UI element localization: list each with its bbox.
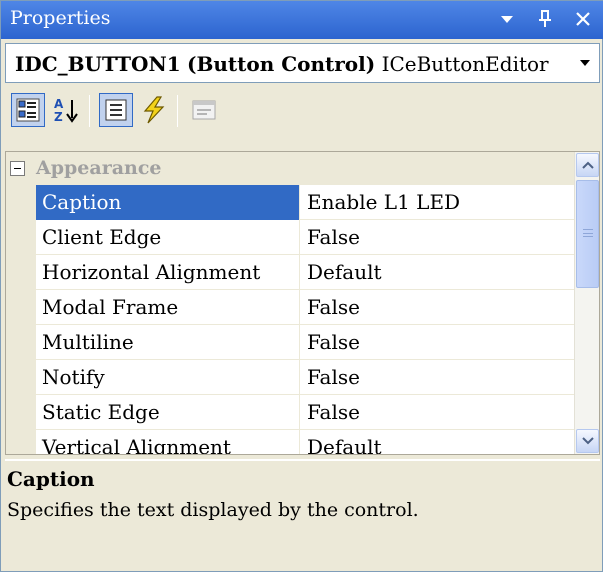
title-bar[interactable]: Properties xyxy=(1,1,603,39)
svg-text:A: A xyxy=(54,97,64,111)
property-value[interactable]: False xyxy=(301,395,574,430)
scroll-up-icon[interactable] xyxy=(576,153,599,177)
property-value[interactable]: Enable L1 LED xyxy=(301,185,574,220)
events-icon[interactable] xyxy=(137,93,171,127)
chevron-down-icon[interactable] xyxy=(573,46,597,80)
object-selector[interactable]: IDC_BUTTON1 (Button Control) ICeButtonEd… xyxy=(5,43,600,83)
properties-window: Properties IDC_BUTTON1 (Button Control) … xyxy=(0,0,603,572)
property-value[interactable]: False xyxy=(301,290,574,325)
property-rows: Caption Enable L1 LED Client Edge False … xyxy=(6,185,574,454)
description-pane: Caption Specifies the text displayed by … xyxy=(5,459,600,569)
toolbar-separator xyxy=(177,95,178,127)
property-row[interactable]: Vertical Alignment Default xyxy=(6,430,574,454)
alphabetical-icon[interactable]: A Z xyxy=(49,93,83,127)
property-name[interactable]: Caption xyxy=(36,185,300,220)
property-name[interactable]: Vertical Alignment xyxy=(36,430,300,454)
object-name: IDC_BUTTON1 xyxy=(15,52,181,76)
window-title: Properties xyxy=(10,7,111,29)
object-editor: ICeButtonEditor xyxy=(381,52,549,76)
property-value[interactable]: Default xyxy=(301,430,574,454)
properties-icon[interactable] xyxy=(99,93,133,127)
description-title: Caption xyxy=(7,467,95,491)
scroll-thumb[interactable] xyxy=(576,180,599,288)
close-icon[interactable] xyxy=(570,7,596,31)
pin-icon[interactable] xyxy=(532,7,558,31)
object-type: (Button Control) xyxy=(187,52,376,76)
category-row[interactable]: Appearance xyxy=(6,152,574,185)
collapse-icon[interactable] xyxy=(10,161,25,176)
vertical-scrollbar[interactable] xyxy=(574,152,599,454)
dropdown-arrow-icon[interactable] xyxy=(494,7,520,31)
property-value[interactable]: False xyxy=(301,325,574,360)
property-name[interactable]: Modal Frame xyxy=(36,290,300,325)
property-row[interactable]: Client Edge False xyxy=(6,220,574,255)
property-row[interactable]: Notify False xyxy=(6,360,574,395)
property-row[interactable]: Multiline False xyxy=(6,325,574,360)
category-label: Appearance xyxy=(36,157,162,179)
property-row[interactable]: Modal Frame False xyxy=(6,290,574,325)
property-name[interactable]: Multiline xyxy=(36,325,300,360)
property-row[interactable]: Caption Enable L1 LED xyxy=(6,185,574,220)
property-row[interactable]: Static Edge False xyxy=(6,395,574,430)
property-value[interactable]: False xyxy=(301,360,574,395)
property-value[interactable]: False xyxy=(301,220,574,255)
description-text: Specifies the text displayed by the cont… xyxy=(7,499,419,521)
scroll-down-icon[interactable] xyxy=(576,429,599,453)
property-pages-icon xyxy=(187,93,221,127)
categorized-icon[interactable] xyxy=(11,93,45,127)
property-name[interactable]: Notify xyxy=(36,360,300,395)
property-grid: Appearance Caption Enable L1 LED Client … xyxy=(5,151,600,455)
properties-toolbar: A Z xyxy=(5,89,600,135)
toolbar-separator xyxy=(89,95,90,127)
property-name[interactable]: Client Edge xyxy=(36,220,300,255)
property-name[interactable]: Horizontal Alignment xyxy=(36,255,300,290)
svg-text:Z: Z xyxy=(54,110,63,124)
property-row[interactable]: Horizontal Alignment Default xyxy=(6,255,574,290)
property-name[interactable]: Static Edge xyxy=(36,395,300,430)
property-value[interactable]: Default xyxy=(301,255,574,290)
